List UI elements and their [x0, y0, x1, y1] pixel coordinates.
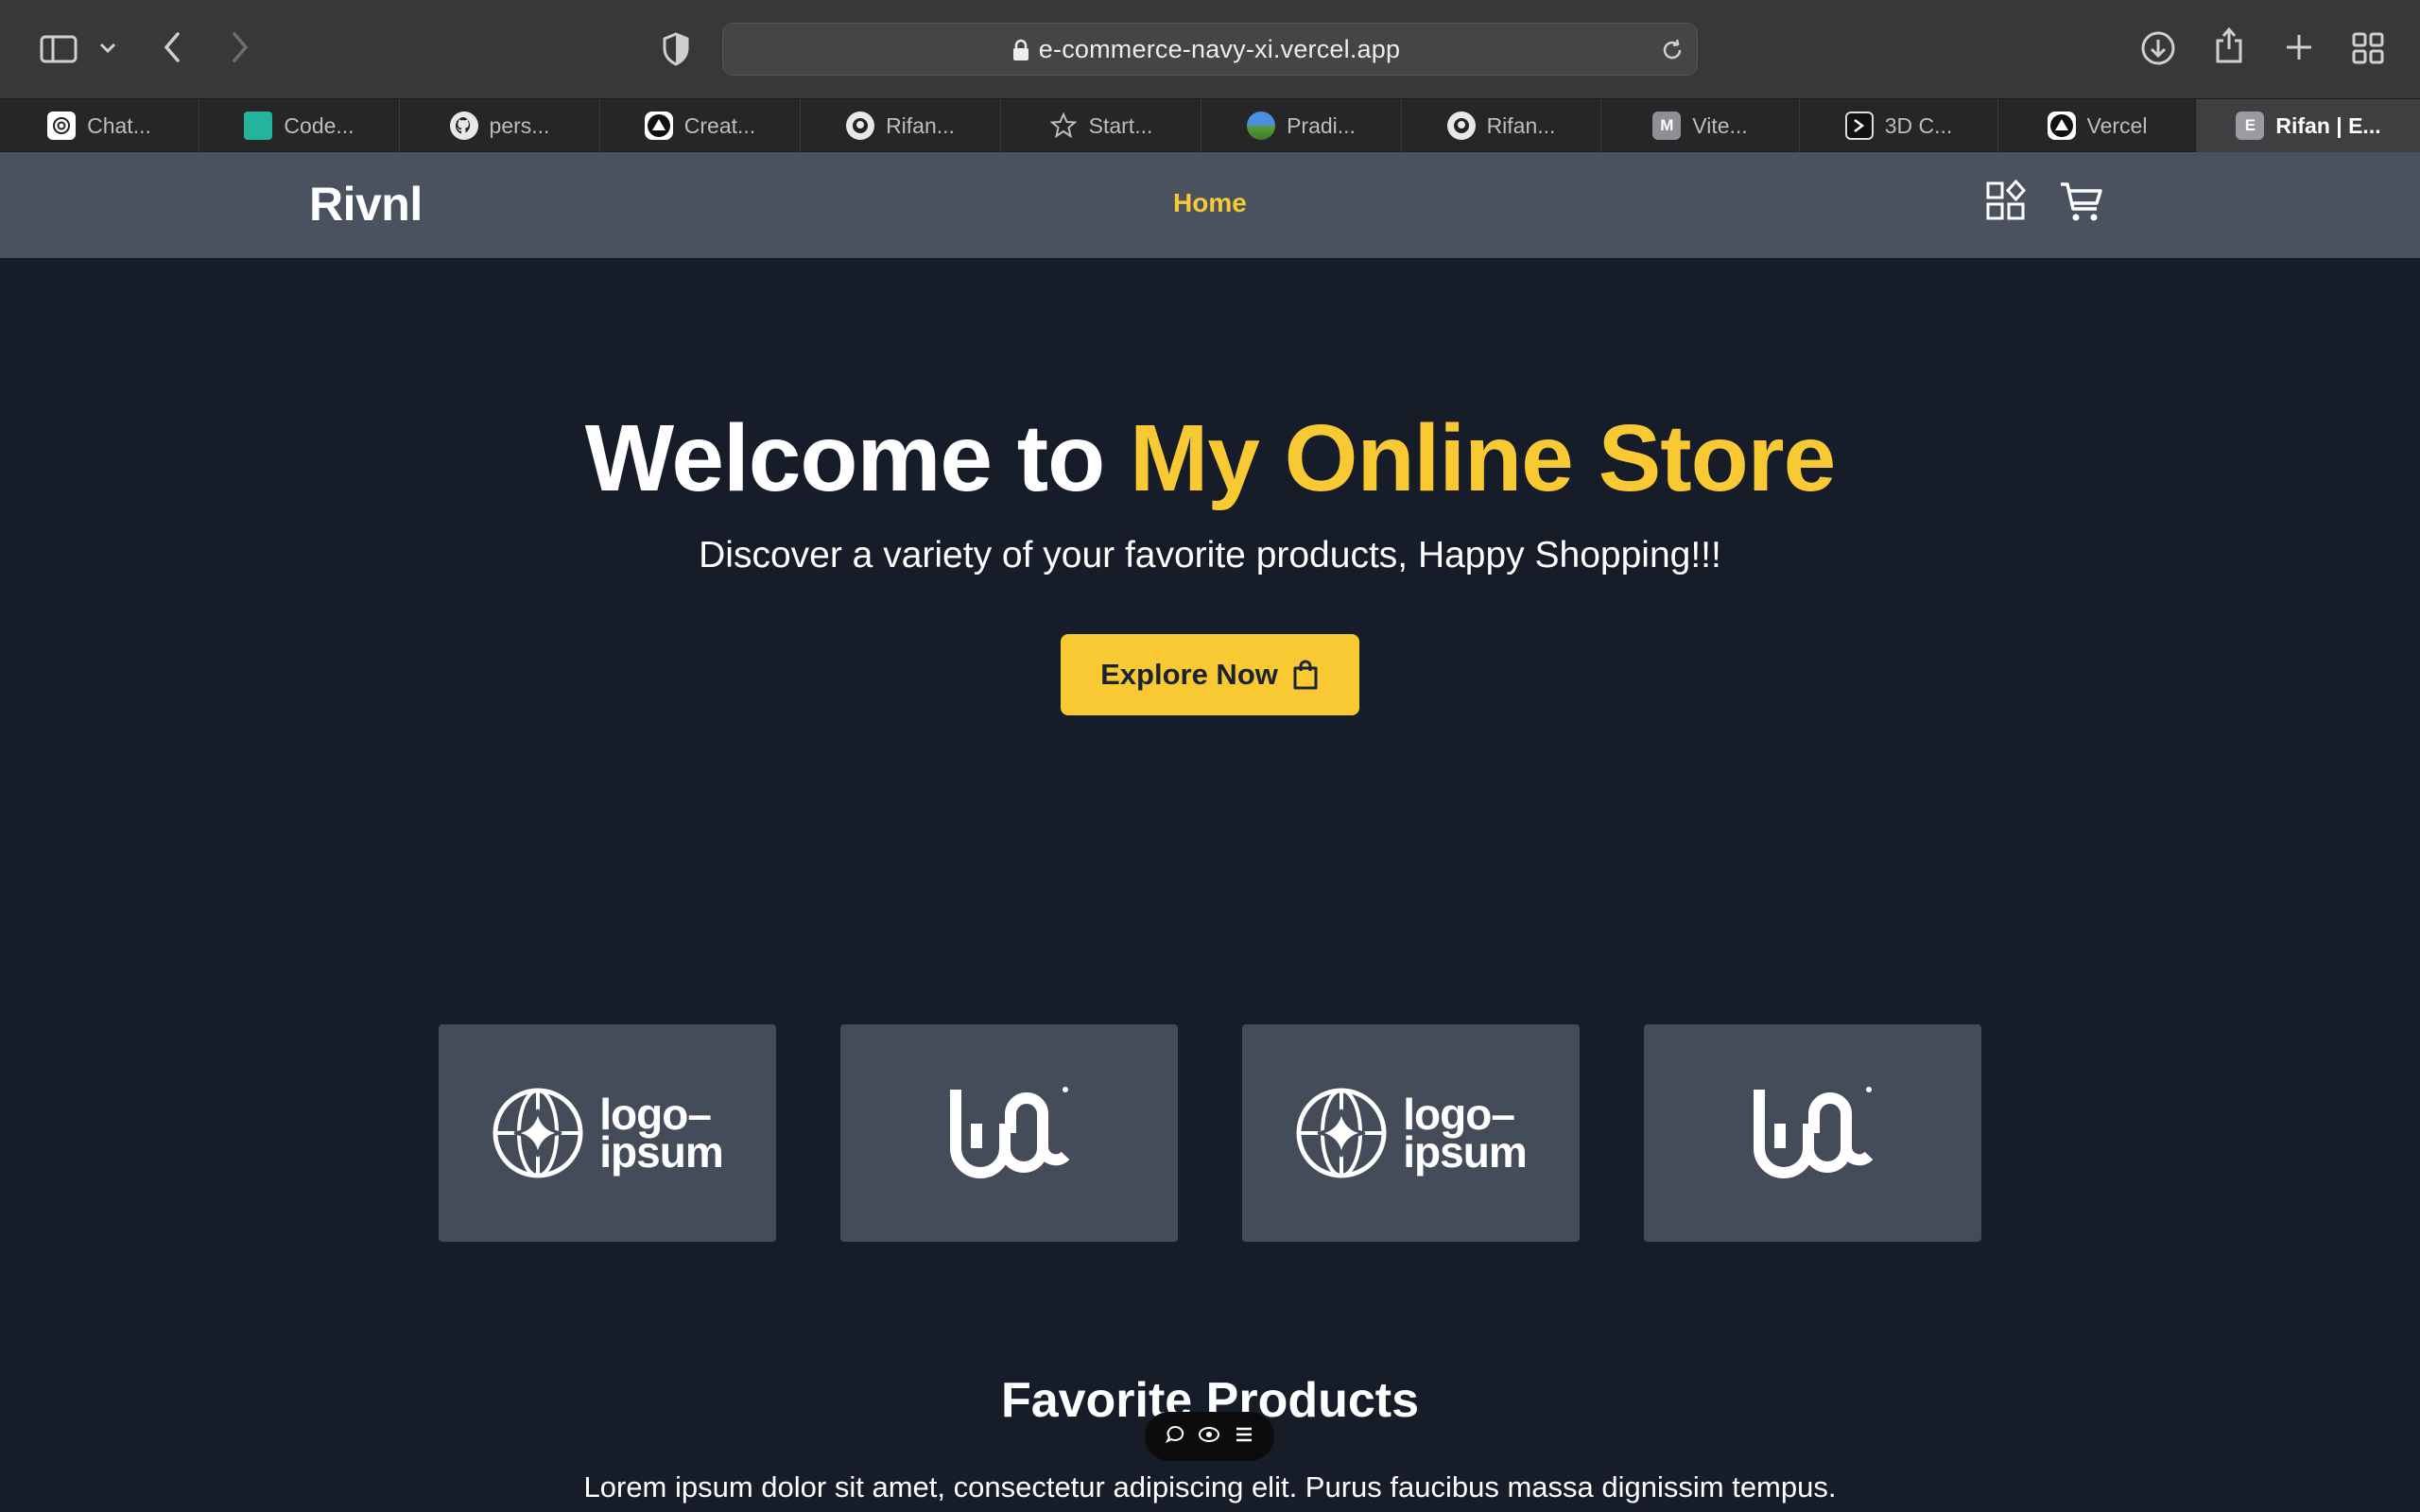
sidebar-toggle-icon[interactable]	[36, 30, 81, 68]
tab-code[interactable]: Code...	[199, 99, 400, 152]
vercel-icon	[2047, 112, 2076, 140]
tab-start[interactable]: Start...	[1001, 99, 1201, 152]
comment-icon[interactable]	[1165, 1424, 1185, 1450]
logo-ipsum: logo– ipsum	[492, 1087, 724, 1179]
site-navbar: Rivnl Home	[0, 152, 2420, 258]
tab-github-pers[interactable]: pers...	[400, 99, 600, 152]
tab-label: pers...	[489, 112, 550, 138]
download-icon[interactable]	[2138, 28, 2178, 68]
tab-label: 3D C...	[1884, 112, 1953, 138]
logo-mark-icon	[949, 1087, 1069, 1178]
globe-star-icon	[1296, 1088, 1387, 1178]
tab-label: Code...	[284, 112, 354, 138]
tab-label: Rifan...	[1486, 112, 1556, 138]
floating-toolbar	[1145, 1412, 1274, 1461]
logo-ipsum: logo– ipsum	[1295, 1087, 1528, 1179]
tab-create[interactable]: Creat...	[600, 99, 801, 152]
menu-icon[interactable]	[1234, 1425, 1254, 1449]
explore-now-button[interactable]: Explore Now	[1061, 634, 1359, 715]
chevron-down-icon[interactable]	[95, 34, 121, 62]
letter-e-icon: E	[2236, 112, 2265, 140]
tab-label: Vercel	[2086, 112, 2148, 138]
logo-word-2: ipsum	[599, 1127, 723, 1177]
letter-m-icon: M	[1652, 112, 1682, 140]
tab-3d[interactable]: 3D C...	[1800, 99, 1998, 152]
reload-icon[interactable]	[1659, 37, 1685, 68]
tab-github-rifan-2[interactable]: Rifan...	[1402, 99, 1601, 152]
tab-bar: Chat... Code... pers... Creat... Rifan..…	[0, 98, 2420, 152]
tab-label: Pradi...	[1287, 112, 1356, 138]
partner-logo-card: logo– ipsum	[439, 1024, 776, 1242]
lock-icon	[1012, 39, 1029, 66]
forward-icon[interactable]	[223, 28, 257, 66]
github-icon	[846, 112, 875, 140]
chatgpt-icon	[47, 112, 77, 140]
hero-title-prefix: Welcome to	[584, 405, 1130, 511]
tab-vercel[interactable]: Vercel	[1998, 99, 2197, 152]
back-icon[interactable]	[155, 28, 189, 66]
partner-logo-card: logo– ipsum	[1242, 1024, 1580, 1242]
cart-icon[interactable]	[2059, 179, 2104, 229]
vercel-icon	[644, 112, 673, 140]
favorite-products-text: Lorem ipsum dolor sit amet, consectetur …	[583, 1470, 1837, 1503]
explore-now-label: Explore Now	[1100, 658, 1278, 691]
star-icon	[1049, 112, 1078, 140]
tab-overview-icon[interactable]	[2348, 28, 2388, 68]
tab-github-rifan-1[interactable]: Rifan...	[801, 99, 1001, 152]
tab-pradi[interactable]: Pradi...	[1201, 99, 1402, 152]
tab-label: Creat...	[683, 112, 756, 138]
github-icon	[1446, 112, 1476, 140]
teal-square-icon	[244, 112, 273, 140]
categories-icon[interactable]	[1985, 179, 2029, 227]
hero-subtitle: Discover a variety of your favorite prod…	[699, 535, 1721, 576]
tab-chatgpt[interactable]: Chat...	[0, 99, 199, 152]
github-icon	[449, 112, 478, 140]
tab-vite[interactable]: M Vite...	[1601, 99, 1800, 152]
browser-toolbar: e-commerce-navy-xi.vercel.app	[0, 0, 2420, 98]
brand-logo[interactable]: Rivnl	[309, 177, 423, 232]
shopping-bag-icon	[1293, 660, 1318, 690]
eye-icon[interactable]	[1198, 1424, 1220, 1450]
new-tab-icon[interactable]	[2280, 28, 2318, 66]
logo-mark-icon	[1753, 1087, 1873, 1178]
tab-rifan-active[interactable]: E Rifan | E...	[2197, 99, 2420, 152]
logo-word-2: ipsum	[1403, 1127, 1527, 1177]
hero-title-accent: My Online Store	[1129, 405, 1836, 511]
url-text: e-commerce-navy-xi.vercel.app	[1038, 34, 1401, 63]
tab-label: Vite...	[1692, 112, 1748, 138]
hero-title: Welcome to My Online Store	[0, 404, 2420, 513]
tab-label: Rifan...	[886, 112, 955, 138]
shield-icon[interactable]	[658, 30, 694, 68]
address-bar[interactable]: e-commerce-navy-xi.vercel.app	[722, 23, 1698, 76]
globe-star-icon	[493, 1088, 583, 1178]
partner-logo-card	[1644, 1024, 1981, 1242]
tab-label: Rifan | E...	[2275, 112, 2381, 138]
share-icon[interactable]	[2210, 25, 2248, 66]
tab-label: Chat...	[87, 112, 151, 138]
landscape-icon	[1247, 112, 1276, 140]
partner-logo-card	[840, 1024, 1178, 1242]
terminal-icon	[1844, 112, 1874, 140]
nav-link-home[interactable]: Home	[1173, 188, 1247, 218]
tab-label: Start...	[1088, 112, 1153, 138]
